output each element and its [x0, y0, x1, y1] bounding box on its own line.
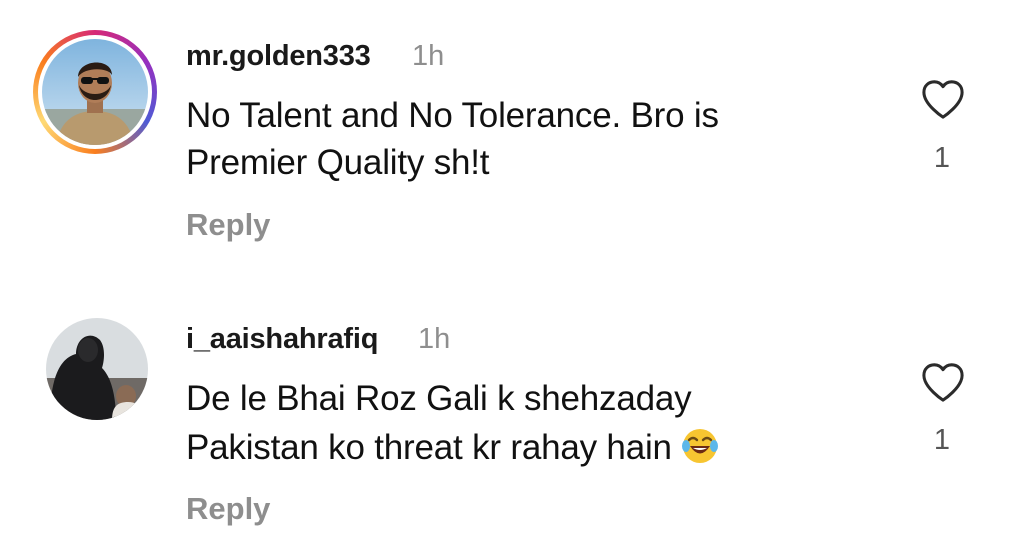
user-avatar-icon	[42, 39, 148, 145]
comment-text: Pakistan ko threat kr rahay hain	[186, 428, 672, 467]
comment-username[interactable]: i_aaishahrafiq	[186, 323, 378, 356]
comment-text-line: No Talent and No Tolerance. Bro is	[186, 96, 719, 135]
heart-outline-icon[interactable]	[920, 78, 966, 120]
comment-text-line: De le Bhai Roz Gali k shehzaday	[186, 379, 692, 418]
reply-button[interactable]: Reply	[186, 207, 270, 243]
comment-username[interactable]: mr.golden333	[186, 40, 371, 73]
user-avatar-icon	[46, 318, 148, 420]
comment-text-line: Premier Quality sh!t	[186, 143, 490, 182]
reply-button[interactable]: Reply	[186, 491, 270, 527]
comment-text-line: Pakistan ko threat kr rahay hain	[186, 427, 719, 468]
avatar[interactable]	[46, 318, 148, 420]
heart-outline-icon[interactable]	[920, 361, 966, 403]
like-count: 1	[933, 424, 951, 456]
comment-item: i_aaishahrafiq 1h De le Bhai Roz Gali k …	[0, 290, 1024, 539]
comment-timestamp: 1h	[412, 40, 445, 72]
like-count: 1	[933, 142, 951, 174]
avatar[interactable]	[33, 30, 157, 154]
comment-item: mr.golden333 1h No Talent and No Toleran…	[0, 0, 1024, 270]
laughing-emoji-icon	[681, 427, 719, 465]
comment-timestamp: 1h	[418, 323, 451, 355]
